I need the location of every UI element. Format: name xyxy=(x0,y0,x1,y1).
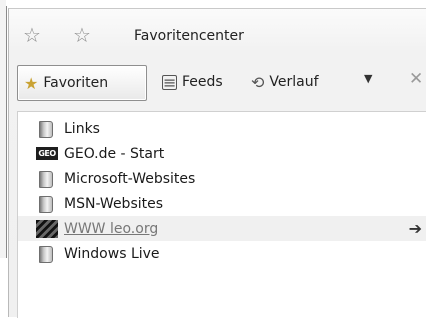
panel-title: Favoritencenter xyxy=(134,28,244,44)
feed-icon: ≡ xyxy=(162,72,177,92)
tab-verlauf[interactable]: ⟲ Verlauf xyxy=(245,65,319,99)
item-label: MSN-Websites xyxy=(64,195,164,212)
favorites-center-panel: ☆ ☆ Favoritencenter ★ Favoriten ≡ Feeds … xyxy=(8,8,426,318)
tab-label: Verlauf xyxy=(269,74,319,90)
geo-favicon: GEO xyxy=(36,146,58,162)
list-item-geo[interactable]: GEO GEO.de - Start xyxy=(18,141,426,166)
list-item-leo[interactable]: WWW leo.org ➔ xyxy=(18,216,426,241)
verlauf-dropdown-arrow[interactable]: ▼ xyxy=(364,72,372,85)
list-item-windows-live[interactable]: Windows Live xyxy=(18,241,426,266)
item-label: Windows Live xyxy=(64,245,160,262)
history-icon: ⟲ xyxy=(251,72,265,92)
leo-favicon xyxy=(36,219,58,238)
item-label: Microsoft-Websites xyxy=(64,170,196,187)
list-item-msn-websites[interactable]: MSN-Websites xyxy=(18,191,426,216)
folder-icon xyxy=(36,245,58,263)
tab-feeds[interactable]: ≡ Feeds xyxy=(156,65,223,99)
window-top-edge xyxy=(6,0,426,6)
tab-label: Favoriten xyxy=(43,75,109,91)
list-item-links[interactable]: Links xyxy=(18,116,426,141)
item-label: Links xyxy=(64,120,100,137)
folder-icon xyxy=(36,195,58,213)
item-label: WWW leo.org xyxy=(64,220,159,237)
favorites-header: ☆ ☆ Favoritencenter xyxy=(9,9,426,57)
list-item-microsoft-websites[interactable]: Microsoft-Websites xyxy=(18,166,426,191)
add-to-favorites-bar-icon[interactable]: ☆ xyxy=(73,25,91,45)
window-left-edge xyxy=(0,0,7,258)
star-icon: ★ xyxy=(24,73,39,93)
folder-icon xyxy=(36,170,58,188)
favorites-tabbar: ★ Favoriten ≡ Feeds ⟲ Verlauf ▼ ✕ xyxy=(9,65,426,101)
favorites-list: Links GEO GEO.de - Start Microsoft-Websi… xyxy=(17,111,426,318)
tab-favoriten[interactable]: ★ Favoriten xyxy=(17,65,147,101)
folder-icon xyxy=(36,120,58,138)
tab-label: Feeds xyxy=(182,74,223,90)
arrow-right-icon[interactable]: ➔ xyxy=(409,219,422,238)
close-icon[interactable]: ✕ xyxy=(409,69,423,89)
item-label: GEO.de - Start xyxy=(64,145,165,162)
add-to-favorites-icon[interactable]: ☆ xyxy=(23,25,41,45)
